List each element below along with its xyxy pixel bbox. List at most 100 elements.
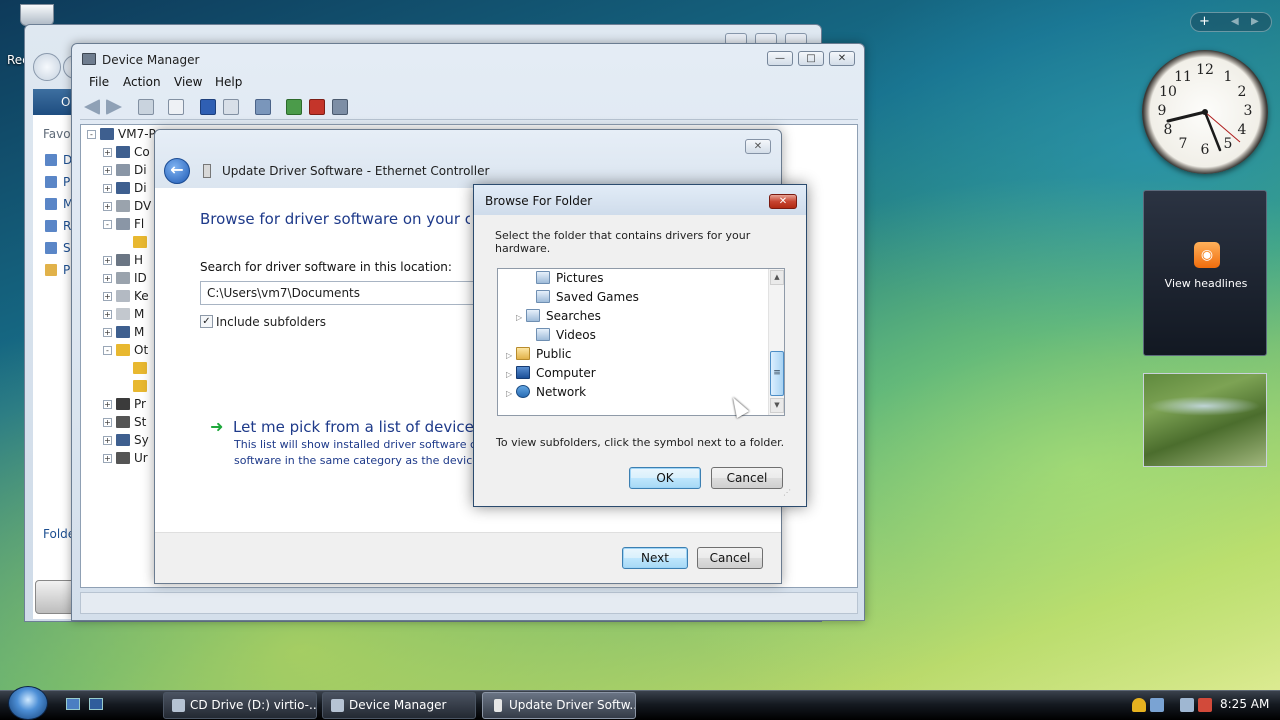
tree-item-warning[interactable] [133, 379, 151, 397]
tree-item-warning[interactable] [133, 235, 151, 253]
tree-item[interactable]: + H [103, 253, 143, 271]
taskbar-item-cd-drive[interactable]: CD Drive (D:) virtio-... [163, 692, 317, 719]
search-location-label: Search for driver software in this locat… [200, 260, 452, 274]
folder-tree[interactable]: Pictures Saved Games ▷ Searches Videos ▷ P… [497, 268, 785, 416]
show-hide-console-tree-icon[interactable] [138, 99, 154, 115]
expand-triangle-icon[interactable]: ▷ [506, 347, 516, 365]
tree-item[interactable]: + Di [103, 181, 147, 199]
expand-triangle-icon[interactable]: ▷ [506, 366, 516, 384]
favorite-link[interactable]: M [45, 197, 73, 211]
previous-page-button[interactable]: ◀ [1231, 13, 1239, 31]
system-tray: 8:25 AM [1128, 692, 1280, 719]
folder-item-public[interactable]: ▷ Public [506, 345, 572, 364]
recent-icon [45, 220, 57, 232]
tree-item[interactable]: + DV [103, 199, 151, 217]
ide-controller-icon [116, 272, 130, 284]
slideshow-gadget-photo[interactable] [1143, 373, 1267, 467]
expand-triangle-icon[interactable]: ▷ [506, 385, 516, 403]
start-button[interactable] [8, 686, 48, 720]
cancel-button[interactable]: Cancel [697, 547, 763, 569]
minimize-button[interactable]: — [767, 51, 793, 66]
clock-gadget[interactable]: 12 1 2 3 4 5 6 7 8 9 10 11 [1142, 50, 1268, 174]
include-subfolders-checkbox[interactable]: ✓ [200, 315, 213, 328]
expand-triangle-icon[interactable]: ▷ [516, 309, 526, 327]
show-desktop-icon[interactable] [66, 698, 80, 710]
uninstall-icon[interactable] [309, 99, 325, 115]
folder-item-videos[interactable]: Videos [526, 326, 596, 345]
maximize-button[interactable]: □ [798, 51, 824, 66]
tree-item[interactable]: + Ur [103, 451, 148, 469]
next-button[interactable]: Next [622, 547, 688, 569]
ok-button[interactable]: OK [629, 467, 701, 489]
switch-windows-icon[interactable] [89, 698, 103, 710]
explorer-back-button[interactable] [33, 53, 61, 81]
menu-view[interactable]: View [174, 75, 202, 89]
tree-item[interactable]: + Ke [103, 289, 149, 307]
page-heading: Browse for driver software on your compu… [200, 210, 470, 228]
folder-item-saved-games[interactable]: Saved Games [526, 288, 639, 307]
driver-path-input[interactable]: C:\Users\vm7\Documents [200, 281, 480, 305]
forward-arrow-icon[interactable] [106, 99, 122, 115]
update-driver-icon[interactable] [286, 99, 302, 115]
close-button[interactable]: ✕ [769, 194, 797, 209]
tree-item[interactable]: + Di [103, 163, 147, 181]
vertical-scrollbar[interactable]: ▲ ≡ ▼ [768, 269, 784, 415]
tree-item[interactable]: - Fl [103, 217, 144, 235]
storage-controller-icon [116, 416, 130, 428]
dvd-drive-icon [116, 200, 130, 212]
next-page-button[interactable]: ▶ [1251, 13, 1259, 31]
scroll-thumb[interactable]: ≡ [770, 351, 784, 396]
computer-icon [516, 366, 530, 379]
network-icon[interactable] [1180, 698, 1194, 712]
folder-item-computer[interactable]: ▷ Computer [506, 364, 596, 383]
tree-item[interactable]: + St [103, 415, 146, 433]
favorite-link[interactable]: Pi [45, 175, 73, 189]
clock-time[interactable]: 8:25 AM [1220, 692, 1269, 717]
computer-icon [116, 146, 130, 158]
scan-hardware-icon[interactable] [255, 99, 271, 115]
tree-item[interactable]: + Co [103, 145, 150, 163]
tree-item[interactable]: + Pr [103, 397, 146, 415]
folder-item-searches[interactable]: ▷ Searches [516, 307, 601, 326]
pick-description-line-1: This list will show installed driver sof… [234, 438, 478, 451]
cd-drive-icon[interactable] [35, 580, 75, 614]
help-icon[interactable] [200, 99, 216, 115]
view-icon[interactable] [223, 99, 239, 115]
pick-from-list-link[interactable]: Let me pick from a list of device driver… [233, 418, 478, 436]
close-button[interactable]: ✕ [745, 139, 771, 154]
taskbar-item-update-driver[interactable]: Update Driver Softw... [482, 692, 636, 719]
tree-item[interactable]: - Ot [103, 343, 148, 361]
tree-item-computer-root[interactable]: - VM7-P [87, 127, 156, 145]
properties-icon[interactable] [168, 99, 184, 115]
tree-item[interactable]: + M [103, 307, 144, 325]
back-arrow-button[interactable]: ← [164, 158, 190, 184]
menu-file[interactable]: File [89, 75, 109, 89]
security-shield-icon[interactable] [1132, 698, 1146, 712]
feed-headlines-gadget[interactable]: ◉ View headlines [1143, 190, 1267, 356]
close-button[interactable]: ✕ [829, 51, 855, 66]
menu-help[interactable]: Help [215, 75, 242, 89]
folder-item-network[interactable]: ▷ Network [506, 383, 586, 402]
disable-device-icon[interactable] [332, 99, 348, 115]
browse-for-folder-dialog[interactable]: Browse For Folder ✕ Select the folder th… [473, 184, 807, 507]
tree-item[interactable]: + M [103, 325, 144, 343]
tree-item-warning[interactable] [133, 361, 151, 379]
scroll-up-arrow-icon[interactable]: ▲ [770, 270, 784, 285]
documents-icon [45, 154, 57, 166]
warning-icon [133, 236, 147, 248]
include-subfolders-label[interactable]: Include subfolders [216, 315, 326, 329]
folder-item-pictures[interactable]: Pictures [526, 269, 604, 288]
back-arrow-icon[interactable] [84, 99, 100, 115]
volume-muted-icon[interactable] [1198, 698, 1212, 712]
tree-item[interactable]: + ID [103, 271, 147, 289]
windows-update-icon[interactable] [1150, 698, 1164, 712]
scroll-down-arrow-icon[interactable]: ▼ [770, 398, 784, 413]
tree-item[interactable]: + Sy [103, 433, 149, 451]
cancel-button[interactable]: Cancel [711, 467, 783, 489]
resize-grip-icon[interactable]: ⋰ [783, 488, 795, 500]
view-headlines-link[interactable]: View headlines [1144, 277, 1268, 290]
add-gadget-button[interactable]: + [1199, 13, 1210, 31]
taskbar-item-device-manager[interactable]: Device Manager [322, 692, 476, 719]
recycle-bin-icon[interactable] [20, 4, 54, 26]
menu-action[interactable]: Action [123, 75, 161, 89]
